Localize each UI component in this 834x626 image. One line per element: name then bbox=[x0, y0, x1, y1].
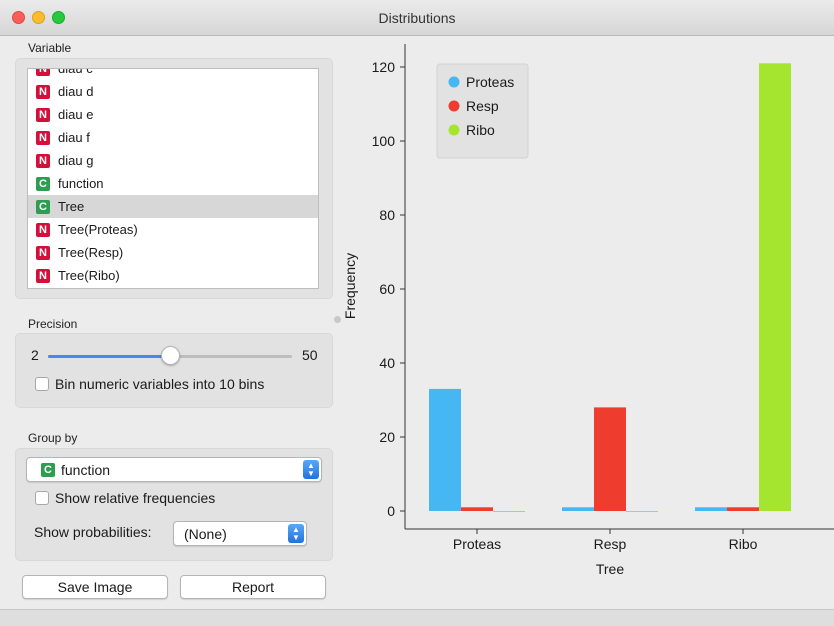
variable-list-item[interactable]: C Tree bbox=[28, 195, 318, 218]
x-tick-label: Proteas bbox=[453, 536, 501, 552]
window-title: Distributions bbox=[378, 10, 456, 26]
variable-name: Tree(Proteas) bbox=[58, 222, 138, 237]
legend-label: Ribo bbox=[466, 122, 495, 138]
show-probabilities-label: Show probabilities: bbox=[34, 524, 152, 540]
legend-marker bbox=[448, 100, 460, 112]
y-tick-label: 20 bbox=[379, 429, 395, 445]
group-by-select[interactable]: C function ▲ ▼ bbox=[26, 457, 322, 482]
save-image-button[interactable]: Save Image bbox=[22, 575, 168, 599]
variable-list-item[interactable]: N Tree(Ribo) bbox=[28, 264, 318, 287]
numeric-type-icon: N bbox=[36, 107, 50, 122]
variable-name: diau c bbox=[58, 68, 93, 76]
categorical-type-icon: C bbox=[41, 462, 55, 477]
distribution-chart: 0 20 40 60 80 100 120 Proteas Resp Ribo Tree Freque… bbox=[342, 44, 834, 577]
variable-list-item[interactable]: Ndiau g bbox=[28, 149, 318, 172]
precision-group-box bbox=[15, 333, 333, 408]
numeric-type-icon: N bbox=[36, 222, 50, 237]
relative-frequencies-checkbox[interactable] bbox=[35, 491, 49, 505]
show-probabilities-value: (None) bbox=[184, 525, 227, 542]
variable-name: diau d bbox=[58, 84, 94, 99]
variable-list[interactable]: Ndiau c Ndiau d Ndiau e Ndiau f Ndiau g Cfunc… bbox=[27, 68, 319, 289]
variable-name: Tree(Resp) bbox=[58, 245, 124, 260]
bar-ribo bbox=[626, 511, 658, 512]
variable-list-item[interactable]: Ndiau e bbox=[28, 103, 318, 126]
y-tick-label: 60 bbox=[379, 281, 395, 297]
numeric-type-icon: N bbox=[36, 245, 50, 260]
bar-resp bbox=[727, 507, 759, 511]
variable-section-label: Variable bbox=[28, 41, 72, 55]
precision-slider-fill bbox=[48, 355, 170, 358]
show-probabilities-select[interactable]: (None) ▲ ▼ bbox=[173, 521, 307, 546]
chevron-up-down-icon: ▲ ▼ bbox=[303, 460, 319, 479]
precision-slider-handle[interactable] bbox=[161, 346, 180, 365]
variable-name: diau f bbox=[58, 130, 90, 145]
variable-list-item[interactable]: Cfunction bbox=[28, 172, 318, 195]
relative-frequencies-label: Show relative frequencies bbox=[55, 490, 216, 506]
legend-marker bbox=[448, 76, 460, 88]
variable-name: diau e bbox=[58, 107, 94, 122]
variable-name: Tree bbox=[58, 199, 85, 214]
bin-numeric-label: Bin numeric variables into 10 bins bbox=[55, 376, 265, 392]
chevron-up-down-icon: ▲ ▼ bbox=[288, 524, 304, 543]
y-axis-label: Frequency bbox=[342, 253, 358, 319]
precision-min-label: 2 bbox=[31, 347, 39, 363]
variable-list-item[interactable]: Ndiau d bbox=[28, 80, 318, 103]
x-axis-label: Tree bbox=[596, 561, 624, 577]
categorical-type-icon: C bbox=[36, 199, 50, 214]
numeric-type-icon: N bbox=[36, 84, 50, 99]
legend-label: Proteas bbox=[466, 74, 514, 90]
variable-name: diau g bbox=[58, 153, 94, 168]
status-bar bbox=[0, 609, 834, 626]
bar-resp bbox=[461, 507, 493, 511]
y-tick-label: 100 bbox=[372, 133, 396, 149]
bar-resp bbox=[594, 407, 626, 511]
report-button[interactable]: Report bbox=[180, 575, 326, 599]
bar-proteas bbox=[429, 388, 461, 511]
variable-name: Tree(Ribo) bbox=[58, 268, 120, 283]
group-by-section-label: Group by bbox=[28, 431, 78, 445]
bar-proteas bbox=[562, 507, 594, 511]
numeric-type-icon: N bbox=[36, 153, 50, 168]
legend-label: Resp bbox=[466, 98, 499, 114]
title-bar: Distributions bbox=[0, 0, 834, 36]
distributions-window: Distributions Variable Ndiau c Ndiau d Ndi… bbox=[0, 0, 834, 626]
legend-marker bbox=[448, 124, 460, 136]
numeric-type-icon: N bbox=[36, 130, 50, 145]
y-tick-label: 80 bbox=[379, 207, 395, 223]
y-tick-label: 0 bbox=[387, 503, 395, 519]
y-tick-label: 40 bbox=[379, 355, 395, 371]
categorical-type-icon: C bbox=[36, 176, 50, 191]
variable-name: function bbox=[58, 176, 104, 191]
precision-section-label: Precision bbox=[28, 317, 78, 331]
y-tick-label: 120 bbox=[372, 59, 396, 75]
group-by-selected-value: function bbox=[61, 461, 111, 478]
bar-ribo bbox=[493, 511, 525, 512]
variable-list-item[interactable]: N Tree(Resp) bbox=[28, 241, 318, 264]
bar-proteas bbox=[695, 507, 727, 511]
x-tick-label: Ribo bbox=[729, 536, 758, 552]
variable-list-item[interactable]: Ndiau c bbox=[28, 68, 318, 80]
precision-max-label: 50 bbox=[302, 347, 318, 363]
variable-list-item[interactable]: Ndiau f bbox=[28, 126, 318, 149]
variable-list-item[interactable]: N Tree(Proteas) bbox=[28, 218, 318, 241]
numeric-type-icon: N bbox=[36, 69, 50, 76]
bin-numeric-checkbox[interactable] bbox=[35, 377, 49, 391]
bar-ribo bbox=[759, 63, 791, 512]
x-tick-label: Resp bbox=[594, 536, 627, 552]
numeric-type-icon: N bbox=[36, 268, 50, 283]
